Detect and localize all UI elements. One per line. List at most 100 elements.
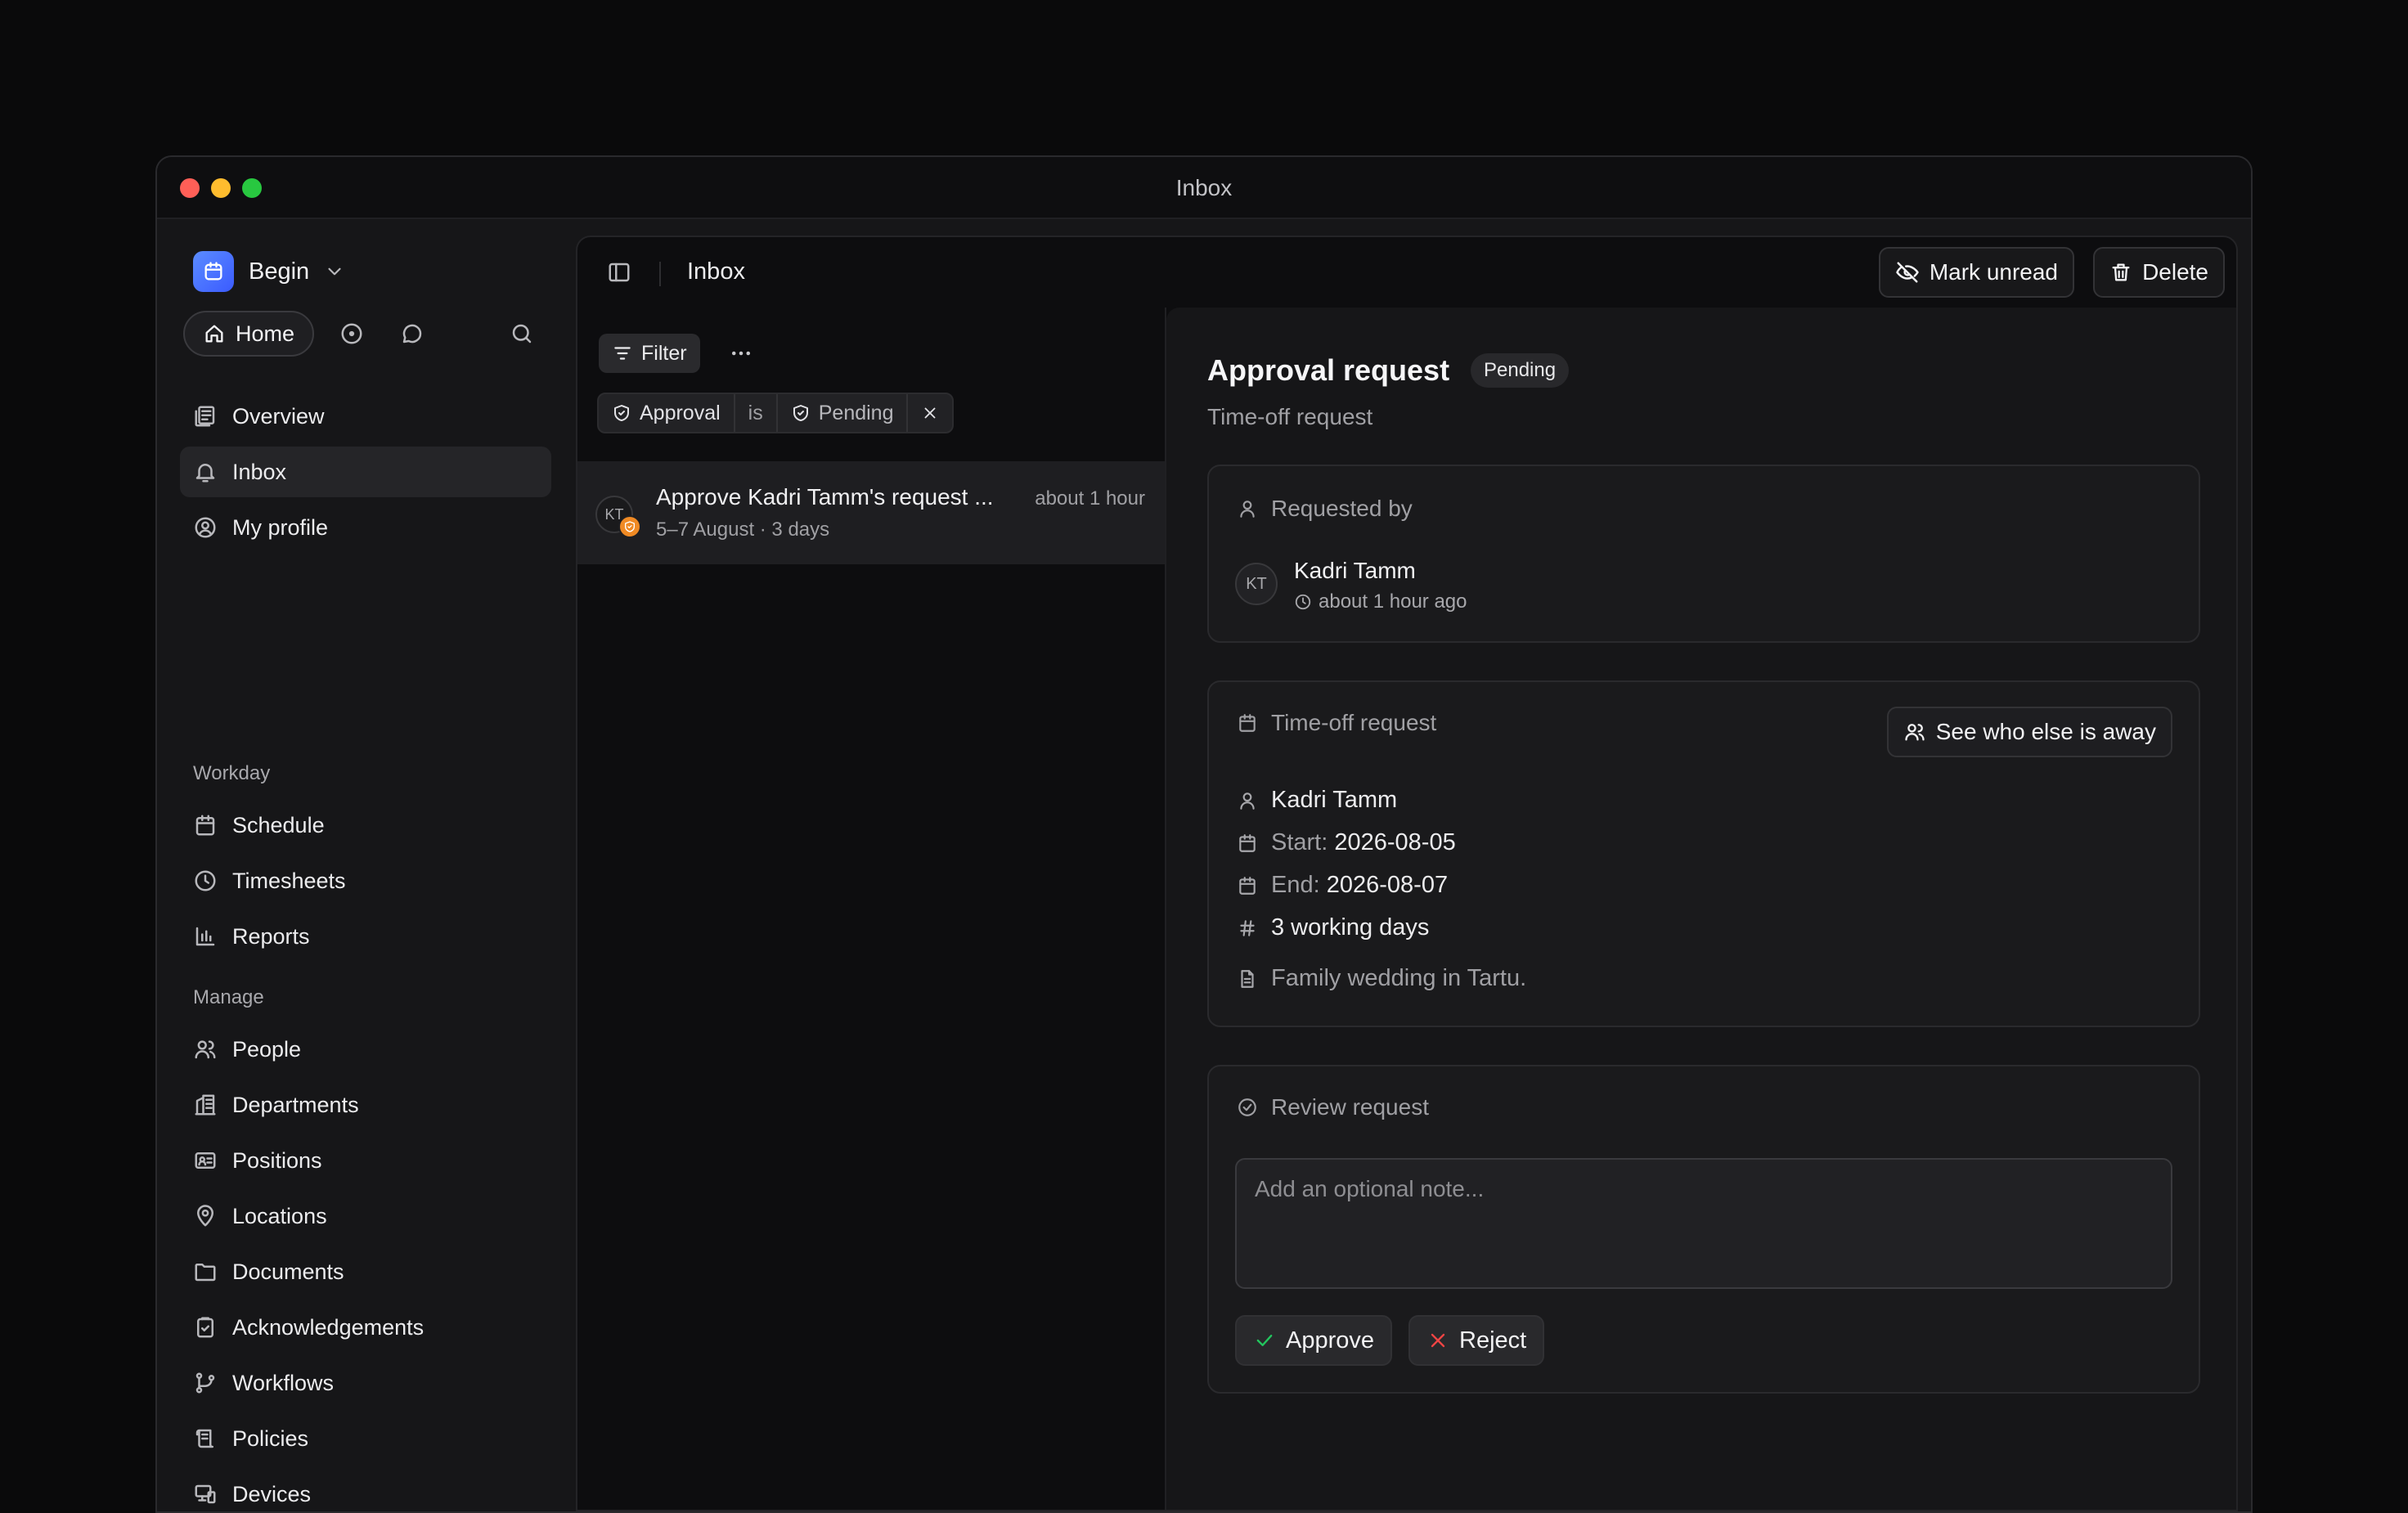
more-horizontal-icon xyxy=(732,351,750,356)
sidebar-item-label: Locations xyxy=(232,1203,327,1228)
requested-by-header: Requested by xyxy=(1237,496,1413,522)
sidebar-item-positions[interactable]: Positions xyxy=(180,1135,551,1186)
chevron-down-icon xyxy=(328,267,341,276)
home-button[interactable]: Home xyxy=(183,311,315,357)
messages-button[interactable] xyxy=(389,311,435,357)
window-title: Inbox xyxy=(1175,175,1233,200)
mark-unread-button[interactable]: Mark unread xyxy=(1878,247,2074,298)
message-circle-icon xyxy=(402,324,422,343)
remove-filter-button[interactable] xyxy=(908,394,952,432)
sidebar-item-documents[interactable]: Documents xyxy=(180,1246,551,1297)
sidebar-item-overview[interactable]: Overview xyxy=(180,391,551,442)
start-date: 2026-08-05 xyxy=(1334,829,1456,855)
more-options-button[interactable] xyxy=(721,334,761,373)
divider xyxy=(659,262,661,286)
filter-label: Filter xyxy=(641,341,687,365)
reject-button[interactable]: Reject xyxy=(1408,1315,1545,1366)
hash-icon xyxy=(1240,919,1255,936)
sidebar: Begin Home Overview Inbox My profile Wor… xyxy=(157,219,576,1511)
approve-button[interactable]: Approve xyxy=(1235,1315,1393,1366)
filter-operator-label: is xyxy=(748,401,763,424)
x-icon xyxy=(1431,1333,1445,1348)
filter-value[interactable]: Pending xyxy=(778,394,909,432)
time-off-note: Family wedding in Tartu. xyxy=(1237,965,1526,992)
sidebar-item-label: My profile xyxy=(232,514,329,540)
time-off-days: 3 working days xyxy=(1237,914,1429,941)
review-request-header: Review request xyxy=(1237,1094,1429,1120)
time-off-person-name: Kadri Tamm xyxy=(1271,787,1398,813)
sidebar-item-label: Policies xyxy=(232,1425,309,1451)
review-note-input[interactable] xyxy=(1235,1158,2172,1289)
sidebar-toggle-icon[interactable] xyxy=(607,260,631,285)
delete-button[interactable]: Delete xyxy=(2093,247,2225,298)
activity-button[interactable] xyxy=(329,311,375,357)
scroll-icon xyxy=(195,1429,213,1448)
see-who-else-label: See who else is away xyxy=(1935,719,2156,744)
sidebar-item-label: Documents xyxy=(232,1259,344,1284)
sidebar-item-workflows[interactable]: Workflows xyxy=(180,1358,551,1408)
check-icon xyxy=(1256,1335,1273,1346)
detail-panel: Approval request Pending Time-off reques… xyxy=(1166,308,2236,1510)
approval-badge-icon xyxy=(618,515,641,538)
filter-field[interactable]: Approval xyxy=(599,394,735,432)
sidebar-item-label: People xyxy=(232,1036,302,1062)
time-off-end: End: 2026-08-07 xyxy=(1237,872,1448,899)
file-text-icon xyxy=(1241,969,1254,988)
calendar-icon xyxy=(1239,876,1256,895)
inbox-list-panel: Filter Approval is Pending KT Approve Ka… xyxy=(577,308,1166,1510)
requested-time: about 1 hour ago xyxy=(1294,590,1467,613)
user-circle-icon xyxy=(195,517,216,538)
see-who-else-is-away-button[interactable]: See who else is away xyxy=(1886,707,2172,757)
reject-label: Reject xyxy=(1459,1327,1527,1354)
sidebar-item-devices[interactable]: Devices xyxy=(180,1469,551,1511)
sidebar-item-inbox[interactable]: Inbox xyxy=(180,447,551,497)
delete-label: Delete xyxy=(2142,259,2208,285)
overview-icon xyxy=(195,406,215,427)
calendar-icon xyxy=(195,815,215,836)
filter-operator[interactable]: is xyxy=(735,394,778,432)
workspace-switcher[interactable]: Begin xyxy=(193,250,345,293)
approve-label: Approve xyxy=(1286,1327,1375,1354)
shield-check-icon xyxy=(614,405,629,421)
user-icon xyxy=(1240,792,1255,810)
sidebar-item-policies[interactable]: Policies xyxy=(180,1413,551,1464)
users-icon xyxy=(195,1040,216,1059)
map-pin-icon xyxy=(197,1205,213,1227)
list-item-time: about 1 hour xyxy=(1035,487,1145,510)
sidebar-item-locations[interactable]: Locations xyxy=(180,1191,551,1241)
top-nav: Home xyxy=(183,311,545,357)
users-icon xyxy=(1905,724,1925,741)
list-item[interactable]: KT Approve Kadri Tamm's request ... abou… xyxy=(577,461,1165,564)
sidebar-item-schedule[interactable]: Schedule xyxy=(180,800,551,851)
time-off-header: Time-off request xyxy=(1237,710,1436,736)
sidebar-item-label: Overview xyxy=(232,403,325,429)
calendar-icon xyxy=(1239,833,1256,852)
clock-icon xyxy=(195,870,216,891)
sidebar-item-acknowledgements[interactable]: Acknowledgements xyxy=(180,1302,551,1353)
mark-unread-label: Mark unread xyxy=(1929,259,2058,285)
main-header: Inbox Mark unread Delete xyxy=(577,237,2236,308)
sidebar-item-label: Acknowledgements xyxy=(232,1314,425,1340)
devices-icon xyxy=(195,1484,216,1504)
time-off-label: Time-off request xyxy=(1271,710,1437,735)
home-label: Home xyxy=(236,321,295,346)
user-icon xyxy=(1240,501,1255,518)
filter-icon xyxy=(614,347,631,360)
sidebar-item-label: Schedule xyxy=(232,812,325,837)
sidebar-item-my-profile[interactable]: My profile xyxy=(180,502,551,553)
bell-icon xyxy=(195,464,215,483)
sidebar-item-people[interactable]: People xyxy=(180,1024,551,1075)
sidebar-item-reports[interactable]: Reports xyxy=(180,911,551,962)
check-circle-icon xyxy=(1238,1098,1256,1116)
filter-value-label: Pending xyxy=(818,401,894,424)
close-icon xyxy=(925,407,936,419)
search-button[interactable] xyxy=(499,311,545,357)
sidebar-item-departments[interactable]: Departments xyxy=(180,1080,551,1130)
list-item-title: Approve Kadri Tamm's request ... xyxy=(656,484,994,510)
requester-name[interactable]: Kadri Tamm xyxy=(1294,558,1416,584)
requested-by-card: Requested by KT Kadri Tamm about 1 hour … xyxy=(1207,465,2200,643)
detail-title: Approval request xyxy=(1207,353,1450,387)
sidebar-item-timesheets[interactable]: Timesheets xyxy=(180,855,551,906)
title-bar: Inbox xyxy=(157,157,2251,219)
filter-button[interactable]: Filter xyxy=(599,334,700,373)
